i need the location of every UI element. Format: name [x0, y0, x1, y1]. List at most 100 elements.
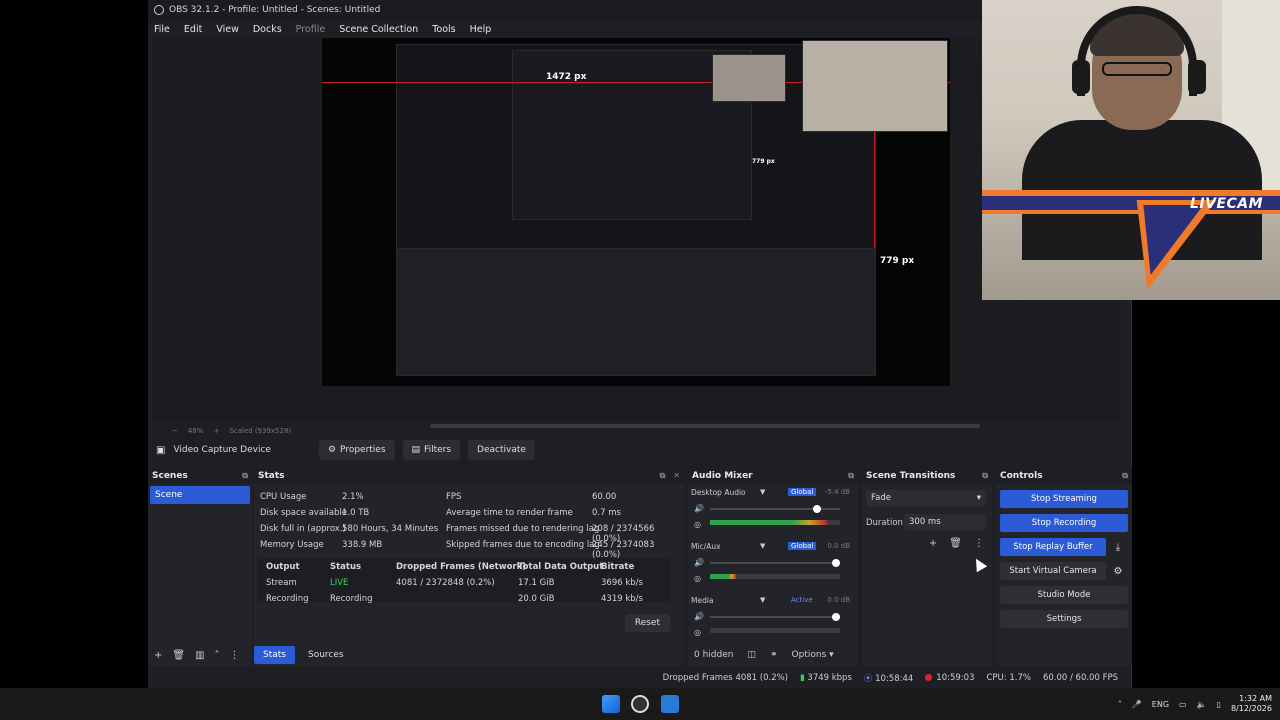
display-icon[interactable]: ▭	[1179, 700, 1187, 709]
volume-knob[interactable]	[812, 505, 821, 513]
channel-db: -5.4 dB	[824, 488, 850, 496]
chevron-down-icon[interactable]: ▼	[760, 596, 765, 604]
menu-file[interactable]: File	[154, 24, 170, 35]
mic-icon[interactable]: 🎤	[1132, 700, 1142, 709]
stat-cpu-value: 2.1%	[342, 492, 364, 502]
nested-webcam-small	[712, 54, 786, 102]
channel-name: Media	[691, 596, 714, 605]
stop-replay-buffer-button[interactable]: Stop Replay Buffer	[1000, 538, 1106, 556]
volume-knob[interactable]	[832, 559, 840, 567]
zoom-in-icon[interactable]: +	[213, 427, 219, 435]
filter-icon[interactable]: ▥	[195, 650, 204, 661]
channel-mode[interactable]: Global	[788, 542, 817, 550]
row-recording-bitrate: 4319 kb/s	[601, 594, 643, 604]
channel-mode[interactable]: Active	[788, 596, 816, 604]
menu-view[interactable]: View	[216, 24, 239, 35]
more-icon[interactable]: ⋮	[230, 650, 240, 661]
language-indicator[interactable]: ENG	[1152, 700, 1169, 709]
row-recording-total: 20.0 GiB	[518, 594, 555, 604]
camera-app-icon[interactable]	[661, 695, 679, 713]
mic-icon[interactable]: ◎	[694, 520, 701, 529]
mixer-footer: 0 hidden ◫ ⚭ Options ▾	[688, 644, 858, 666]
chevron-down-icon: ▾	[976, 493, 981, 503]
more-icon[interactable]: ⋮	[974, 538, 984, 549]
scaled-label[interactable]: Scaled (939x528)	[229, 427, 291, 435]
deactivate-button[interactable]: Deactivate	[468, 440, 535, 460]
preview-area[interactable]: 1472 px 779 px 779 px − 48% + Scaled (93…	[152, 38, 1120, 435]
save-replay-icon[interactable]: ⤓	[1110, 538, 1126, 556]
dock-float-icon[interactable]: ⧉	[660, 471, 666, 481]
filters-button[interactable]: ▤ Filters	[402, 440, 461, 460]
volume-slider[interactable]	[710, 505, 840, 513]
layout-icon[interactable]: ◫	[747, 650, 756, 660]
properties-button[interactable]: ⚙ Properties	[318, 440, 395, 460]
chevron-down-icon[interactable]: ▼	[760, 488, 765, 496]
menu-help[interactable]: Help	[470, 24, 492, 35]
volume-icon[interactable]: 🔈	[1197, 700, 1207, 709]
add-icon[interactable]: +	[154, 650, 162, 661]
speaker-icon[interactable]: 🔊	[694, 504, 704, 513]
row-stream-dropped: 4081 / 2372848 (0.2%)	[396, 578, 495, 588]
stop-streaming-button[interactable]: Stop Streaming	[1000, 490, 1128, 508]
headset-ear-right	[1188, 60, 1206, 94]
dock-float-icon[interactable]: ⧉	[1122, 471, 1128, 481]
webcam-overlay: LIVECAM	[982, 0, 1280, 300]
chevron-up-icon[interactable]: ˄	[1118, 700, 1122, 709]
chevron-down-icon[interactable]: ▼	[760, 542, 765, 550]
volume-slider[interactable]	[710, 559, 840, 567]
menu-scene-collection[interactable]: Scene Collection	[339, 24, 418, 35]
scene-item[interactable]: Scene	[150, 486, 250, 504]
dock-float-icon[interactable]: ⧉	[982, 471, 988, 481]
row-recording-name: Recording	[266, 594, 309, 604]
preview-canvas[interactable]: 1472 px 779 px 779 px	[322, 38, 950, 386]
col-dropped: Dropped Frames (Network)	[396, 562, 527, 572]
nested-webcam	[802, 40, 948, 132]
tab-stats[interactable]: Stats	[254, 646, 295, 664]
hidden-count[interactable]: 0 hidden	[694, 650, 733, 660]
move-up-icon[interactable]: ˄	[215, 650, 220, 661]
controls-dock: Controls ⧉ Stop Streaming Stop Recording…	[996, 468, 1132, 666]
trash-icon[interactable]: 🗑	[949, 538, 962, 549]
transition-selected: Fade	[871, 493, 891, 503]
add-icon[interactable]: +	[929, 538, 937, 549]
preview-scrollbar[interactable]	[430, 424, 980, 428]
reset-button[interactable]: Reset	[624, 614, 670, 632]
channel-media: Media ▼ Active 0.0 dB 🔊 ◎	[688, 596, 858, 646]
tab-sources[interactable]: Sources	[299, 646, 353, 664]
start-virtual-camera-button[interactable]: Start Virtual Camera	[1000, 562, 1106, 580]
clock[interactable]: 1:32 AM 8/12/2026	[1231, 694, 1272, 714]
mic-icon[interactable]: ◎	[694, 574, 701, 583]
start-icon[interactable]	[602, 695, 620, 713]
transition-select[interactable]: Fade ▾	[866, 490, 986, 506]
settings-button[interactable]: Settings	[1000, 610, 1128, 628]
menu-profile[interactable]: Profile	[296, 24, 326, 35]
width-measure-label: 1472 px	[546, 72, 587, 82]
speaker-icon[interactable]: 🔊	[694, 558, 704, 567]
studio-mode-button[interactable]: Studio Mode	[1000, 586, 1128, 604]
volume-knob[interactable]	[832, 613, 840, 621]
dock-float-icon[interactable]: ⧉	[848, 471, 854, 481]
duration-input[interactable]: 300 ms	[904, 514, 986, 530]
dock-float-icon[interactable]: ⧉	[242, 471, 248, 481]
link-icon[interactable]: ⚭	[770, 650, 778, 660]
volume-slider[interactable]	[710, 613, 840, 621]
obs-taskbar-icon[interactable]	[631, 695, 649, 713]
channel-mode[interactable]: Global	[788, 488, 817, 496]
menu-docks[interactable]: Docks	[253, 24, 282, 35]
system-tray: ˄ 🎤 ENG ▭ 🔈 ▯ 1:32 AM 8/12/2026	[1118, 688, 1272, 720]
trash-icon[interactable]: 🗑	[172, 650, 185, 661]
duration-label: Duration	[866, 518, 903, 528]
col-total: Total Data Output	[518, 562, 604, 572]
stop-recording-button[interactable]: Stop Recording	[1000, 514, 1128, 532]
battery-icon[interactable]: ▯	[1217, 700, 1221, 709]
mic-icon[interactable]: ◎	[694, 628, 701, 637]
stat-render-value: 0.7 ms	[592, 508, 621, 518]
menu-tools[interactable]: Tools	[432, 24, 455, 35]
options-button[interactable]: Options ▾	[792, 650, 834, 660]
menu-edit[interactable]: Edit	[184, 24, 202, 35]
speaker-icon[interactable]: 🔊	[694, 612, 704, 621]
gear-icon[interactable]: ⚙	[1110, 562, 1126, 580]
close-icon[interactable]: ✕	[673, 471, 680, 481]
nested-docks	[396, 248, 876, 376]
zoom-out-icon[interactable]: −	[172, 427, 178, 435]
